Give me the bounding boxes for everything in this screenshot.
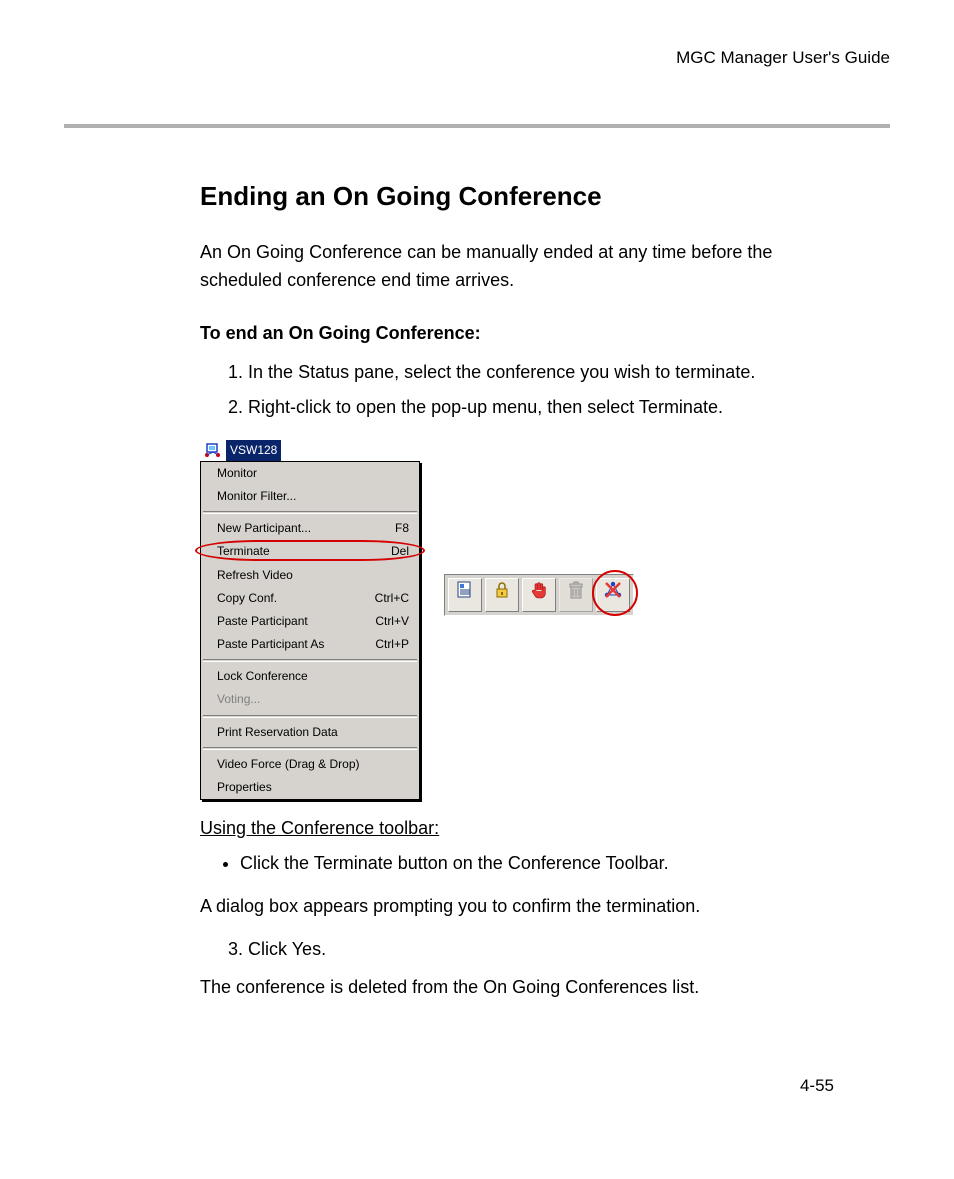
menu-item-label: Print Reservation Data xyxy=(217,723,338,742)
menu-item-shortcut: Ctrl+C xyxy=(375,589,409,608)
menu-item-properties[interactable]: Properties xyxy=(201,776,419,799)
step-text: Click Yes. xyxy=(248,939,326,959)
menu-item-print-reservation-data[interactable]: Print Reservation Data xyxy=(201,721,419,744)
page-number: 4-55 xyxy=(200,1072,834,1099)
menu-item-shortcut: Ctrl+P xyxy=(375,635,409,654)
menu-item-label: Monitor xyxy=(217,464,257,483)
menu-item-shortcut: Ctrl+V xyxy=(375,612,409,631)
menu-item-voting: Voting... xyxy=(201,688,419,711)
menu-item-shortcut: F8 xyxy=(395,519,409,538)
hand-icon xyxy=(528,579,550,610)
procedure-steps: 1. In the Status pane, select the confer… xyxy=(228,358,834,422)
closing-paragraph: The conference is deleted from the On Go… xyxy=(200,973,834,1002)
menu-separator xyxy=(203,511,417,514)
lock-icon xyxy=(491,579,513,610)
terminate-icon xyxy=(602,579,624,610)
step-number: 3. xyxy=(228,939,243,959)
main-content: Ending an On Going Conference An On Goin… xyxy=(200,176,834,1099)
procedure-heading: To end an On Going Conference: xyxy=(200,319,834,348)
step-number: 2. xyxy=(228,397,243,417)
menu-item-label: Copy Conf. xyxy=(217,589,277,608)
menu-item-label: Terminate xyxy=(217,542,270,561)
procedure-steps-cont: 3. Click Yes. xyxy=(228,935,834,964)
tree-node: VSW128 xyxy=(204,440,420,461)
menu-separator xyxy=(203,747,417,750)
lock-button[interactable] xyxy=(485,578,519,612)
step-text: In the Status pane, select the conferenc… xyxy=(248,362,755,382)
trash-icon xyxy=(565,579,587,610)
terminate-figure: VSW128 Monitor Monitor Filter... New Parti… xyxy=(200,440,834,801)
menu-item-paste-participant[interactable]: Paste Participant Ctrl+V xyxy=(201,610,419,633)
menu-item-label: Paste Participant xyxy=(217,612,308,631)
toolbar-instruction: Click the Terminate button on the Confer… xyxy=(240,849,834,878)
menu-separator xyxy=(203,715,417,718)
menu-item-label: Properties xyxy=(217,778,272,797)
menu-item-label: Refresh Video xyxy=(217,566,293,585)
menu-item-terminate[interactable]: Terminate Del xyxy=(201,540,419,563)
menu-separator xyxy=(203,659,417,662)
tree-node-label: VSW128 xyxy=(226,440,281,461)
step-text: Right-click to open the pop-up menu, the… xyxy=(248,397,723,417)
menu-item-lock-conference[interactable]: Lock Conference xyxy=(201,665,419,688)
menu-item-label: Voting... xyxy=(217,690,260,709)
menu-item-label: Monitor Filter... xyxy=(217,487,296,506)
menu-item-label: New Participant... xyxy=(217,519,311,538)
properties-icon xyxy=(454,579,476,610)
menu-item-video-force-drag-drop[interactable]: Video Force (Drag & Drop) xyxy=(201,753,419,776)
menu-item-paste-participant-as[interactable]: Paste Participant As Ctrl+P xyxy=(201,633,419,656)
step-3: 3. Click Yes. xyxy=(228,935,834,964)
context-menu: Monitor Monitor Filter... New Participant.… xyxy=(200,461,420,800)
menu-item-label: Lock Conference xyxy=(217,667,308,686)
menu-item-new-participant[interactable]: New Participant... F8 xyxy=(201,517,419,540)
properties-button[interactable] xyxy=(448,578,482,612)
conference-toolbar-screenshot xyxy=(444,574,634,616)
step-2: 2. Right-click to open the pop-up menu, … xyxy=(228,393,834,422)
step-number: 1. xyxy=(228,362,243,382)
confirm-dialog-note: A dialog box appears prompting you to co… xyxy=(200,892,834,921)
sub-procedure-heading: Using the Conference toolbar: xyxy=(200,814,834,843)
conference-toolbar xyxy=(444,574,634,616)
menu-item-monitor-filter[interactable]: Monitor Filter... xyxy=(201,485,419,508)
menu-item-copy-conf[interactable]: Copy Conf. Ctrl+C xyxy=(201,587,419,610)
header-rule xyxy=(64,124,890,128)
menu-item-shortcut: Del xyxy=(391,542,409,561)
terminate-button[interactable] xyxy=(596,578,630,612)
context-menu-screenshot: VSW128 Monitor Monitor Filter... New Parti… xyxy=(200,440,420,801)
menu-item-refresh-video[interactable]: Refresh Video xyxy=(201,564,419,587)
conference-icon xyxy=(204,442,222,458)
hand-button[interactable] xyxy=(522,578,556,612)
trash-button xyxy=(559,578,593,612)
page-title: Ending an On Going Conference xyxy=(200,176,834,218)
running-head: MGC Manager User's Guide xyxy=(64,48,890,68)
menu-item-label: Video Force (Drag & Drop) xyxy=(217,755,360,774)
step-1: 1. In the Status pane, select the confer… xyxy=(228,358,834,387)
menu-item-monitor[interactable]: Monitor xyxy=(201,462,419,485)
intro-paragraph: An On Going Conference can be manually e… xyxy=(200,238,834,296)
menu-item-label: Paste Participant As xyxy=(217,635,324,654)
